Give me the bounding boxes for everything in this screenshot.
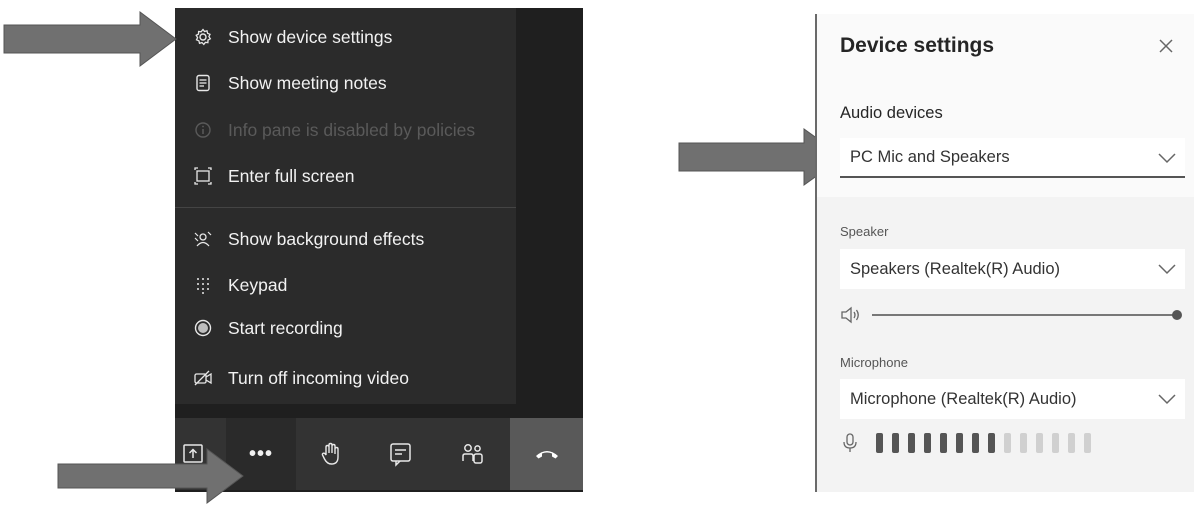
menu-item-label: Keypad (228, 274, 288, 295)
notes-icon (192, 72, 214, 94)
arrow-pointing-more-options (57, 448, 244, 504)
menu-item-label: Enter full screen (228, 165, 355, 186)
mic-level-segment (988, 433, 995, 453)
raise-hand-icon (321, 442, 339, 465)
chat-button[interactable] (366, 418, 436, 490)
chevron-down-icon (1158, 394, 1176, 405)
hang-up-icon (535, 451, 558, 459)
menu-item-label: Start recording (228, 317, 343, 338)
speaker-value: Speakers (Realtek(R) Audio) (850, 259, 1061, 278)
gear-icon (192, 26, 214, 48)
mic-level-segment (1052, 433, 1059, 453)
page-title: Device settings (840, 34, 995, 57)
microphone-value: Microphone (Realtek(R) Audio) (850, 389, 1077, 408)
speaker-volume-thumb[interactable] (1172, 310, 1182, 320)
audio-devices-label: Audio devices (840, 104, 943, 122)
participants-button[interactable] (436, 418, 510, 490)
audio-devices-dropdown[interactable]: PC Mic and Speakers (840, 138, 1185, 178)
menu-item-label: Info pane is disabled by policies (228, 119, 476, 140)
mic-level-segment (1004, 433, 1011, 453)
participants-icon (462, 444, 483, 464)
mic-level-segment (972, 433, 979, 453)
menu-item-show-device-settings[interactable]: Show device settings (192, 22, 512, 52)
mic-level-segment (1068, 433, 1075, 453)
menu-item-show-meeting-notes[interactable]: Show meeting notes (192, 68, 512, 98)
record-icon (192, 317, 214, 339)
more-options-icon: ••• (248, 442, 273, 465)
menu-item-start-recording[interactable]: Start recording (192, 313, 512, 343)
raise-hand-button[interactable] (296, 418, 366, 490)
close-icon[interactable] (1156, 36, 1176, 56)
mic-level-segment (924, 433, 931, 453)
menu-item-enter-full-screen[interactable]: Enter full screen (192, 161, 512, 191)
background-effects-icon (192, 228, 214, 250)
microphone-icon (843, 433, 857, 452)
menu-item-info-pane-disabled: Info pane is disabled by policies (192, 115, 512, 145)
menu-item-label: Show meeting notes (228, 72, 387, 93)
mic-level-segment (908, 433, 915, 453)
arrow-pointing-device-settings (3, 11, 177, 67)
menu-item-turn-off-incoming-video[interactable]: Turn off incoming video (192, 363, 512, 393)
fullscreen-icon (192, 165, 214, 187)
mic-level-segment (1036, 433, 1043, 453)
chevron-down-icon (1158, 264, 1176, 275)
video-off-icon (192, 367, 214, 389)
microphone-label: Microphone (840, 355, 908, 370)
speaker-dropdown[interactable]: Speakers (Realtek(R) Audio) (840, 249, 1185, 289)
chat-icon (390, 443, 411, 467)
speaker-volume-slider[interactable] (872, 314, 1177, 316)
menu-item-label: Show background effects (228, 228, 425, 249)
menu-item-label: Show device settings (228, 26, 393, 47)
info-icon (192, 119, 214, 141)
menu-item-show-background-effects[interactable]: Show background effects (192, 224, 512, 254)
keypad-icon (192, 274, 214, 296)
speaker-label: Speaker (840, 224, 889, 239)
speaker-volume-icon (841, 306, 859, 324)
audio-devices-value: PC Mic and Speakers (850, 147, 1010, 166)
hang-up-button[interactable] (510, 418, 583, 490)
mic-level-segment (956, 433, 963, 453)
mic-level-segment (892, 433, 899, 453)
microphone-dropdown[interactable]: Microphone (Realtek(R) Audio) (840, 379, 1185, 419)
menu-item-label: Turn off incoming video (228, 367, 409, 388)
chevron-down-icon (1158, 153, 1176, 164)
mic-level-segment (1020, 433, 1027, 453)
mic-level-segment (940, 433, 947, 453)
mic-level-segment (1084, 433, 1091, 453)
menu-divider (175, 207, 516, 208)
mic-level-segment (876, 433, 883, 453)
menu-item-keypad[interactable]: Keypad (192, 270, 512, 300)
